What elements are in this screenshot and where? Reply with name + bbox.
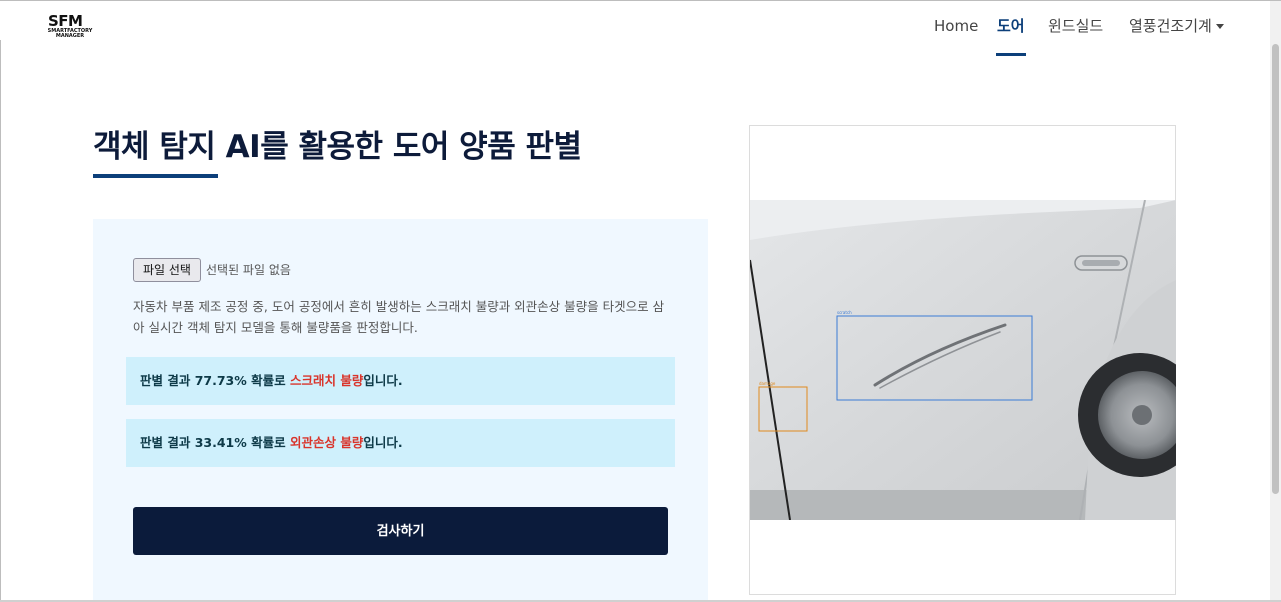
nav-item-hot-air-dryer-label: 열풍건조기계 (1129, 17, 1212, 35)
nav-item-windshield[interactable]: 윈드실드 (1048, 16, 1103, 36)
result-suffix: 입니다. (363, 435, 403, 450)
window-left-border (0, 40, 1, 602)
damage-box-label: damage (759, 381, 776, 386)
window-top-border (0, 0, 1281, 1)
logo-subtext: SMARTFACTORY MANAGER (44, 29, 96, 39)
page-title: 객체 탐지 AI를 활용한 도어 양품 판별 (93, 129, 582, 165)
result-prefix: 판별 결과 (140, 435, 195, 450)
result-defect-label: 외관손상 불량 (290, 435, 364, 450)
nav-item-hot-air-dryer[interactable]: 열풍건조기계 (1129, 16, 1224, 36)
result-damage: 판별 결과 33.41% 확률로 외관손상 불량입니다. (126, 419, 675, 467)
nav-item-home[interactable]: Home (934, 16, 978, 36)
nav-active-indicator (996, 53, 1026, 56)
inspect-button[interactable]: 검사하기 (133, 507, 668, 555)
result-probability: 33.41% (194, 435, 247, 450)
title-underline (93, 174, 218, 178)
sfm-logo[interactable]: SFM SMARTFACTORY MANAGER (44, 12, 96, 42)
logo-subtext-line-2: MANAGER (55, 33, 85, 39)
result-middle: 확률로 (246, 435, 291, 450)
door-handle-chrome (1082, 260, 1120, 266)
result-probability: 77.73% (194, 373, 247, 388)
file-select-button[interactable]: 파일 선택 (133, 258, 201, 282)
description-text: 자동차 부품 제조 공정 중, 도어 공정에서 흔히 발생하는 스크래치 불량과… (133, 299, 665, 335)
chevron-down-icon (1215, 24, 1224, 29)
result-prefix: 판별 결과 (140, 373, 195, 388)
result-middle: 확률로 (246, 373, 291, 388)
scratch-box-label: scratch (837, 310, 852, 315)
nav-item-door[interactable]: 도어 (997, 16, 1025, 36)
file-status-text: 선택된 파일 없음 (206, 263, 291, 277)
scrollbar-thumb[interactable] (1272, 44, 1279, 494)
car-door-detection-image: scratch damage (750, 200, 1176, 520)
result-defect-label: 스크래치 불량 (290, 373, 364, 388)
result-scratch: 판별 결과 77.73% 확률로 스크래치 불량입니다. (126, 357, 675, 405)
wheel-hub (1132, 405, 1152, 425)
result-suffix: 입니다. (363, 373, 403, 388)
